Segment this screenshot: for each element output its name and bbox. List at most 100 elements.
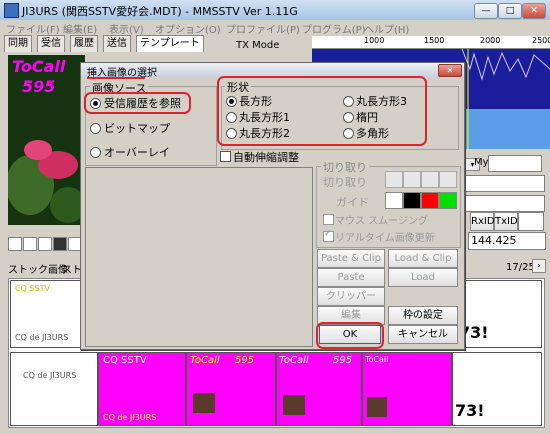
stock-cell-caption: CQ de JI3URS <box>23 371 77 380</box>
qth-field[interactable] <box>463 195 545 212</box>
crop-label: 切り取り <box>323 176 367 189</box>
checkbox-icon <box>323 214 334 225</box>
radio-icon <box>343 96 354 107</box>
menu-program[interactable]: プログラム(P) <box>302 21 366 36</box>
stock-cell-caption: CQ de JI3URS <box>103 413 157 422</box>
stock-cell[interactable]: CQ SSTV CQ de JI3URS <box>10 280 90 348</box>
stock-cell[interactable]: ToCall 595 <box>276 352 362 426</box>
stock-page-counter: 17/25 <box>506 262 535 273</box>
radio-icon <box>90 147 101 158</box>
stock-cell[interactable]: ToCall 595 <box>186 352 276 426</box>
crop-shape-tools <box>385 171 457 188</box>
ok-button[interactable]: OK <box>319 325 381 344</box>
drawing-tools <box>8 237 84 251</box>
txid-button[interactable]: TxID <box>494 212 518 231</box>
frequency-ruler: 1000 1500 2000 2500 <box>312 36 550 49</box>
stock-cell-73: 73! <box>455 401 485 420</box>
crop-ellipse-icon[interactable] <box>439 171 457 188</box>
menu-profile[interactable]: プロファイル(P) <box>226 21 300 36</box>
tab-sync[interactable]: 同期 <box>4 35 32 52</box>
load-button[interactable]: Load <box>388 268 458 287</box>
auto-resize-label: 自動伸縮調整 <box>233 151 299 164</box>
source-option-label: オーバーレイ <box>104 146 170 159</box>
rect-tool-icon[interactable] <box>38 237 52 251</box>
tx-mode-label: TX Mode <box>236 40 280 51</box>
cancel-button[interactable]: キャンセル <box>388 325 458 344</box>
guide-colors <box>385 192 457 209</box>
name-field[interactable] <box>463 175 545 192</box>
paste-button[interactable]: Paste <box>317 268 385 287</box>
stock-cell[interactable]: CQ SSTV CQ de JI3URS <box>98 352 186 426</box>
title-bar: JI3URS (関西SSTV愛好会.MDT) - MMSSTV Ver 1.11… <box>0 0 550 20</box>
crop-rect-icon[interactable] <box>403 171 421 188</box>
shape-label: 多角形 <box>356 127 389 140</box>
my-label: My <box>474 157 489 168</box>
shape-label: 長方形 <box>239 95 272 108</box>
preview-callsign: ToCall <box>12 57 66 76</box>
radio-icon <box>226 128 237 139</box>
radio-icon <box>90 98 101 109</box>
menu-edit[interactable]: 編集(E) <box>63 21 97 36</box>
guide-color-green[interactable] <box>439 192 457 209</box>
page-next-icon[interactable]: › <box>532 259 546 273</box>
preview-number: 595 <box>22 77 56 96</box>
stock-cell[interactable]: CQ de JI3URS <box>10 352 98 426</box>
main-tabs: 同期 受信 履歴 送信 テンプレート <box>0 35 235 53</box>
guide-color-red[interactable] <box>421 192 439 209</box>
stock-thumbnail <box>367 397 387 417</box>
fill-tool-icon[interactable] <box>53 237 67 251</box>
crop-polygon-icon[interactable] <box>385 171 403 188</box>
mouse-smoothing-label: マウス スムージング <box>335 216 428 227</box>
id-mode-box[interactable] <box>518 212 544 231</box>
minimize-button[interactable]: — <box>474 3 498 19</box>
my-callsign-select[interactable] <box>488 155 542 172</box>
tab-receive[interactable]: 受信 <box>37 35 65 52</box>
crop-group-label: 切り取り <box>321 159 369 175</box>
ruler-tick: 1000 <box>364 36 385 45</box>
ruler-tick: 2500 <box>532 36 550 45</box>
title-underline <box>87 77 145 79</box>
stock-cell-number: 595 <box>235 355 255 366</box>
menu-view[interactable]: 表示(V) <box>109 21 144 36</box>
crop-circle-icon[interactable] <box>421 171 439 188</box>
line-tool-icon[interactable] <box>23 237 37 251</box>
load-clip-button[interactable]: Load & Clip <box>388 249 458 268</box>
menu-options[interactable]: オプション(O) <box>155 21 221 36</box>
insert-image-dialog: 挿入画像の選択 ✕ 画像ソース 受信履歴を参照 ビットマップ オーバーレイ 形状… <box>80 62 465 350</box>
stock-cell-text: ToCall <box>365 355 389 364</box>
stock-thumbnail <box>283 395 305 415</box>
window-title: JI3URS (関西SSTV愛好会.MDT) - MMSSTV Ver 1.11… <box>22 5 298 18</box>
frame-settings-button[interactable]: 枠の設定 <box>388 306 458 325</box>
maximize-button[interactable]: □ <box>498 3 522 19</box>
radio-icon <box>343 128 354 139</box>
frequency-select[interactable]: 144.425 <box>468 232 546 250</box>
checkbox-icon <box>220 151 231 162</box>
paste-clip-button[interactable]: Paste & Clip <box>317 249 385 268</box>
stock-cell[interactable]: ToCall <box>362 352 452 426</box>
shape-label: 丸長方形1 <box>239 111 290 124</box>
stock-cell[interactable]: 73! <box>452 352 542 426</box>
select-tool-icon[interactable] <box>8 237 22 251</box>
guide-color-white[interactable] <box>385 192 403 209</box>
tab-send[interactable]: 送信 <box>103 35 131 52</box>
app-icon <box>4 3 19 18</box>
radio-icon <box>90 123 101 134</box>
dialog-title-bar: 挿入画像の選択 ✕ <box>81 63 464 79</box>
guide-color-black[interactable] <box>403 192 421 209</box>
realtime-update-label: リアルタイム画像更新 <box>335 233 435 244</box>
shape-label: 丸長方形3 <box>356 95 407 108</box>
menu-file[interactable]: ファイル(F) <box>6 21 60 36</box>
rxid-button[interactable]: RxID <box>470 212 495 231</box>
menu-help[interactable]: ヘルプ(H) <box>364 21 409 36</box>
stock-cell-text: CQ SSTV <box>15 284 50 293</box>
close-button[interactable]: ✕ <box>522 3 546 19</box>
dialog-close-button[interactable]: ✕ <box>438 64 462 77</box>
stock-tab-1[interactable]: ストック画像 <box>8 261 68 276</box>
preview-image[interactable]: ToCall 595 <box>8 55 85 225</box>
stock-cell[interactable]: 73! <box>458 280 542 348</box>
menu-bar: ファイル(F) 編集(E) 表示(V) オプション(O) プロファイル(P) プ… <box>0 20 550 36</box>
tab-template[interactable]: テンプレート <box>136 35 204 52</box>
tab-history[interactable]: 履歴 <box>70 35 98 52</box>
clipper-button[interactable]: クリッパー <box>317 287 385 306</box>
image-preview-panel[interactable] <box>85 167 313 347</box>
